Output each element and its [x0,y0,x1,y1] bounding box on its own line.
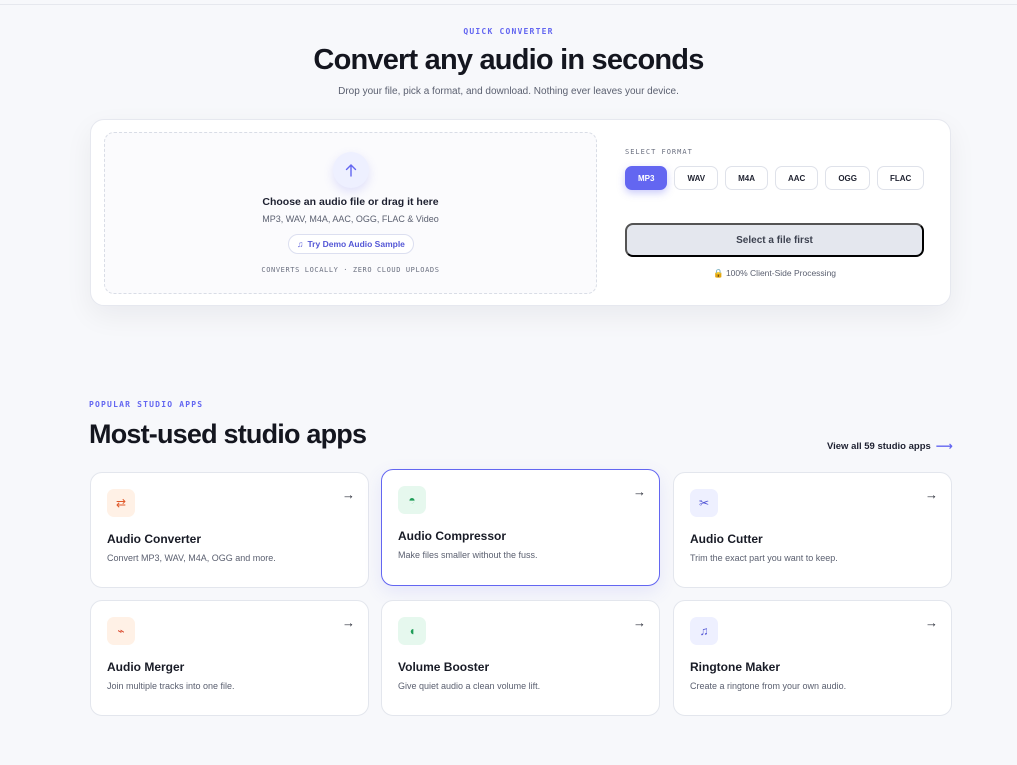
converter-card: Choose an audio file or drag it here MP3… [90,119,951,306]
scissors-icon: ✂ [690,489,718,517]
dropzone-note: CONVERTS LOCALLY · ZERO CLOUD UPLOADS [261,266,440,274]
swap-arrows-icon: ⇄ [107,489,135,517]
arrow-right-icon: → [633,484,646,499]
arrow-right-icon: → [925,615,938,630]
app-card-audio-compressor[interactable]: ◓ → Audio Compressor Make files smaller wit… [381,469,660,586]
file-dropzone[interactable]: Choose an audio file or drag it here MP3… [104,132,597,294]
app-description: Convert MP3, WAV, M4A, OGG and more. [107,553,276,563]
volume-icon: ◖ [398,617,426,645]
app-description: Give quiet audio a clean volume lift. [398,681,541,691]
app-description: Join multiple tracks into one file. [107,681,235,691]
format-option-m4a[interactable]: M4A [725,166,768,190]
format-option-flac[interactable]: FLAC [877,166,925,190]
arrow-right-icon: → [342,615,355,630]
app-name: Ringtone Maker [690,660,781,674]
app-card-audio-merger[interactable]: ⌁ → Audio Merger Join multiple tracks into … [90,600,369,716]
app-card-audio-cutter[interactable]: ✂ → Audio Cutter Trim the exact part you wa… [673,472,952,588]
dropzone-formats: MP3, WAV, M4A, AAC, OGG, FLAC & Video [262,214,439,224]
format-option-mp3[interactable]: MP3 [625,166,668,190]
converter-eyebrow: QUICK CONVERTER [463,27,554,36]
app-name: Audio Merger [107,660,185,674]
app-name: Volume Booster [398,660,490,674]
format-label: SELECT FORMAT [625,148,693,156]
upload-icon [333,152,369,188]
app-name: Audio Cutter [690,532,763,546]
compress-icon: ◓ [398,486,426,514]
view-all-label: View all 59 studio apps [826,440,931,452]
top-divider [0,4,1017,5]
client-side-note: 🔒 100% Client-Side Processing [625,268,924,279]
dropzone-title: Choose an audio file or drag it here [262,196,439,208]
arrow-right-icon: → [342,487,355,502]
arrow-right-icon: ⟶ [935,439,953,453]
apps-title: Most-used studio apps [89,419,367,449]
format-option-aac[interactable]: AAC [774,166,819,190]
view-all-link[interactable]: View all 59 studio apps ⟶ [827,439,953,453]
music-note-icon: ♫ [690,617,718,645]
format-options: MP3 WAV M4A AAC OGG FLAC [625,166,925,190]
convert-button[interactable]: Select a file first [625,223,924,257]
app-card-audio-converter[interactable]: ⇄ → Audio Converter Convert MP3, WAV, M4A, … [90,472,369,588]
app-description: Create a ringtone from your own audio. [690,681,847,691]
format-option-ogg[interactable]: OGG [825,166,870,190]
app-card-ringtone-maker[interactable]: ♫ → Ringtone Maker Create a ringtone from y… [673,600,952,716]
music-note-icon: ♫ [297,239,304,249]
app-description: Trim the exact part you want to keep. [690,553,838,563]
app-name: Audio Compressor [398,529,507,543]
client-side-label: 100% Client-Side Processing [725,268,837,278]
merge-icon: ⌁ [107,617,135,645]
demo-sample-label: Try Demo Audio Sample [307,239,405,249]
apps-eyebrow: POPULAR STUDIO APPS [89,400,204,409]
arrow-right-icon: → [925,487,938,502]
format-option-wav[interactable]: WAV [674,166,719,190]
demo-sample-button[interactable]: ♫ Try Demo Audio Sample [288,234,414,254]
app-description: Make files smaller without the fuss. [398,550,538,560]
converter-title: Convert any audio in seconds [313,44,704,76]
lock-icon: 🔒 [712,268,724,278]
converter-subtitle: Drop your file, pick a format, and downl… [338,86,679,97]
app-card-volume-booster[interactable]: ◖ → Volume Booster Give quiet audio a clean… [381,600,660,716]
app-name: Audio Converter [107,532,202,546]
arrow-right-icon: → [633,615,646,630]
